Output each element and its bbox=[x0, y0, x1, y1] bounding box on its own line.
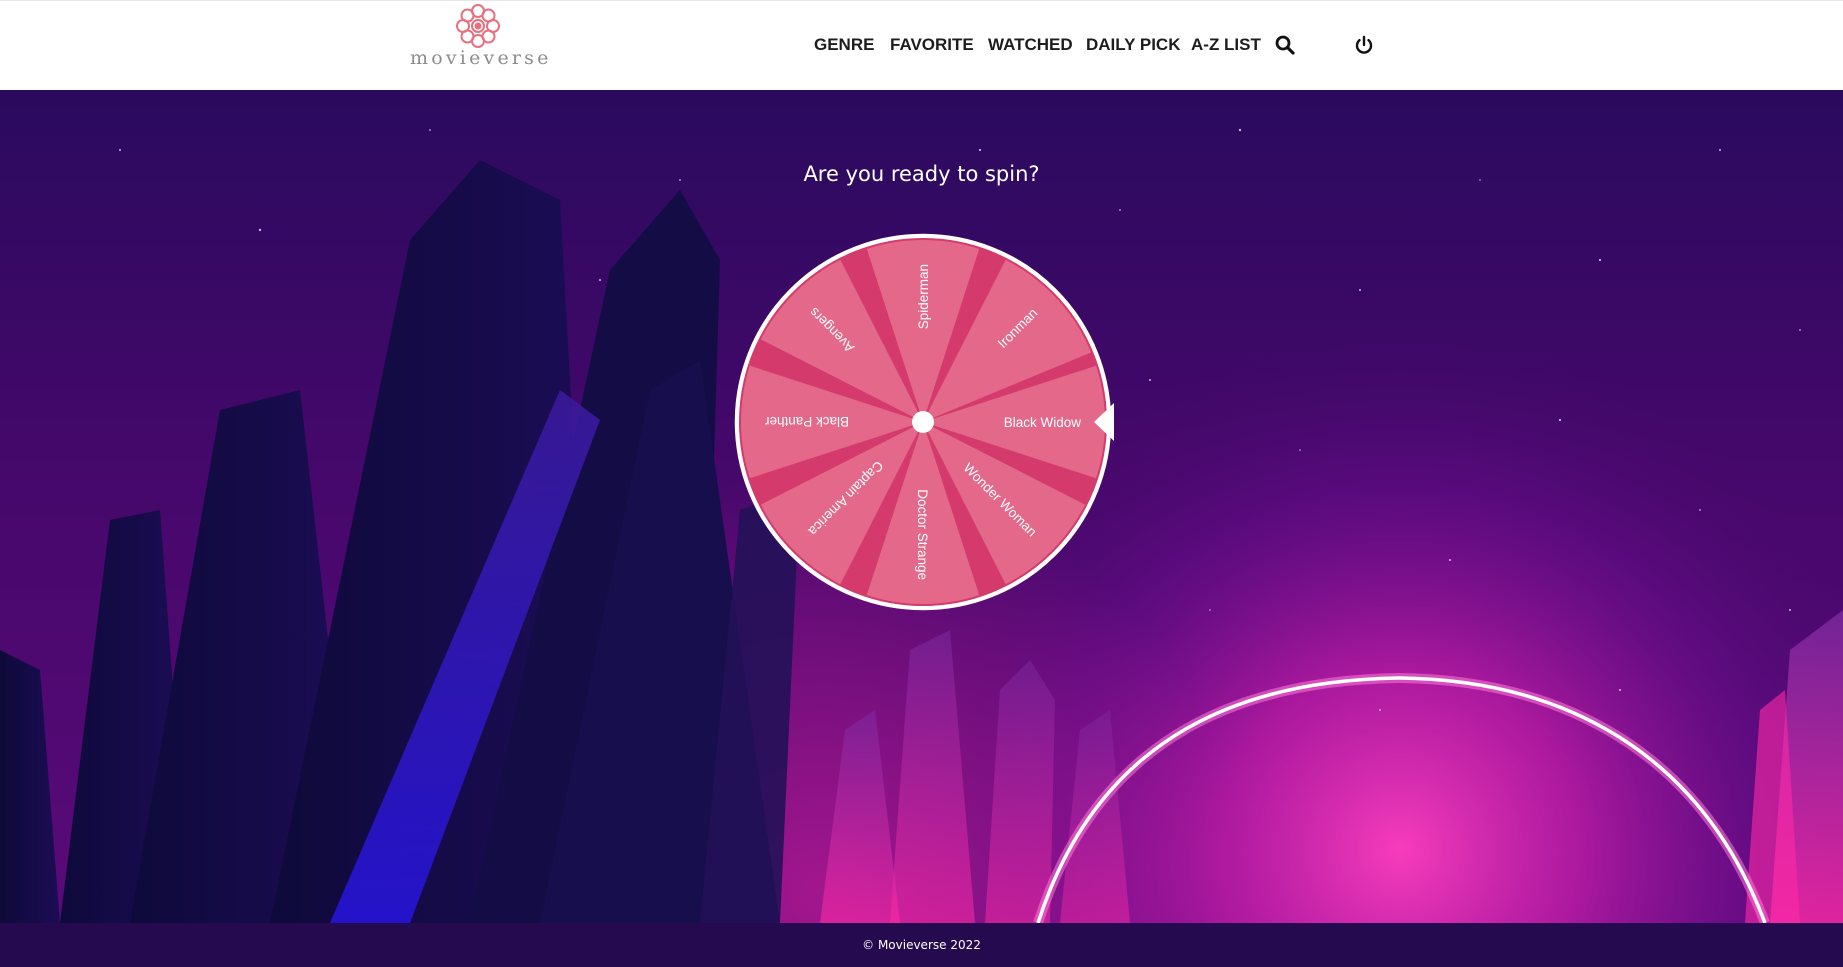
nav-a-z-list[interactable]: A-Z LIST bbox=[1191, 35, 1261, 57]
nav-favorite[interactable]: FAVORITE bbox=[890, 35, 974, 57]
wheel-segment-label: Doctor Strange bbox=[915, 489, 930, 580]
hero-section: Are you ready to spin? Black Widow Wonder… bbox=[0, 90, 1843, 923]
brand-logo[interactable]: movieverse bbox=[410, 1, 550, 89]
search-icon[interactable] bbox=[1274, 34, 1296, 56]
wheel-segment-label: Black Widow bbox=[1004, 415, 1082, 430]
wheel-center-hub[interactable] bbox=[912, 411, 934, 433]
wheel-segment-label: Spiderman bbox=[916, 264, 931, 329]
spin-prompt-title: Are you ready to spin? bbox=[803, 162, 1040, 186]
wheel-segment-label: Black Panther bbox=[764, 414, 849, 429]
flower-logo-icon bbox=[456, 4, 500, 48]
nav-daily-pick[interactable]: DAILY PICK bbox=[1086, 35, 1180, 57]
nav-genre[interactable]: GENRE bbox=[814, 35, 874, 57]
site-header: movieverse GENRE FAVORITE WATCHED DAILY … bbox=[0, 0, 1843, 90]
power-icon[interactable] bbox=[1353, 34, 1375, 56]
site-footer: © Movieverse 2022 bbox=[0, 923, 1843, 967]
brand-name: movieverse bbox=[410, 47, 552, 69]
footer-copyright: © Movieverse 2022 bbox=[862, 938, 981, 952]
spin-wheel[interactable]: Black WidowWonder WomanDoctor StrangeCap… bbox=[730, 230, 1120, 620]
nav-watched[interactable]: WATCHED bbox=[988, 35, 1073, 57]
